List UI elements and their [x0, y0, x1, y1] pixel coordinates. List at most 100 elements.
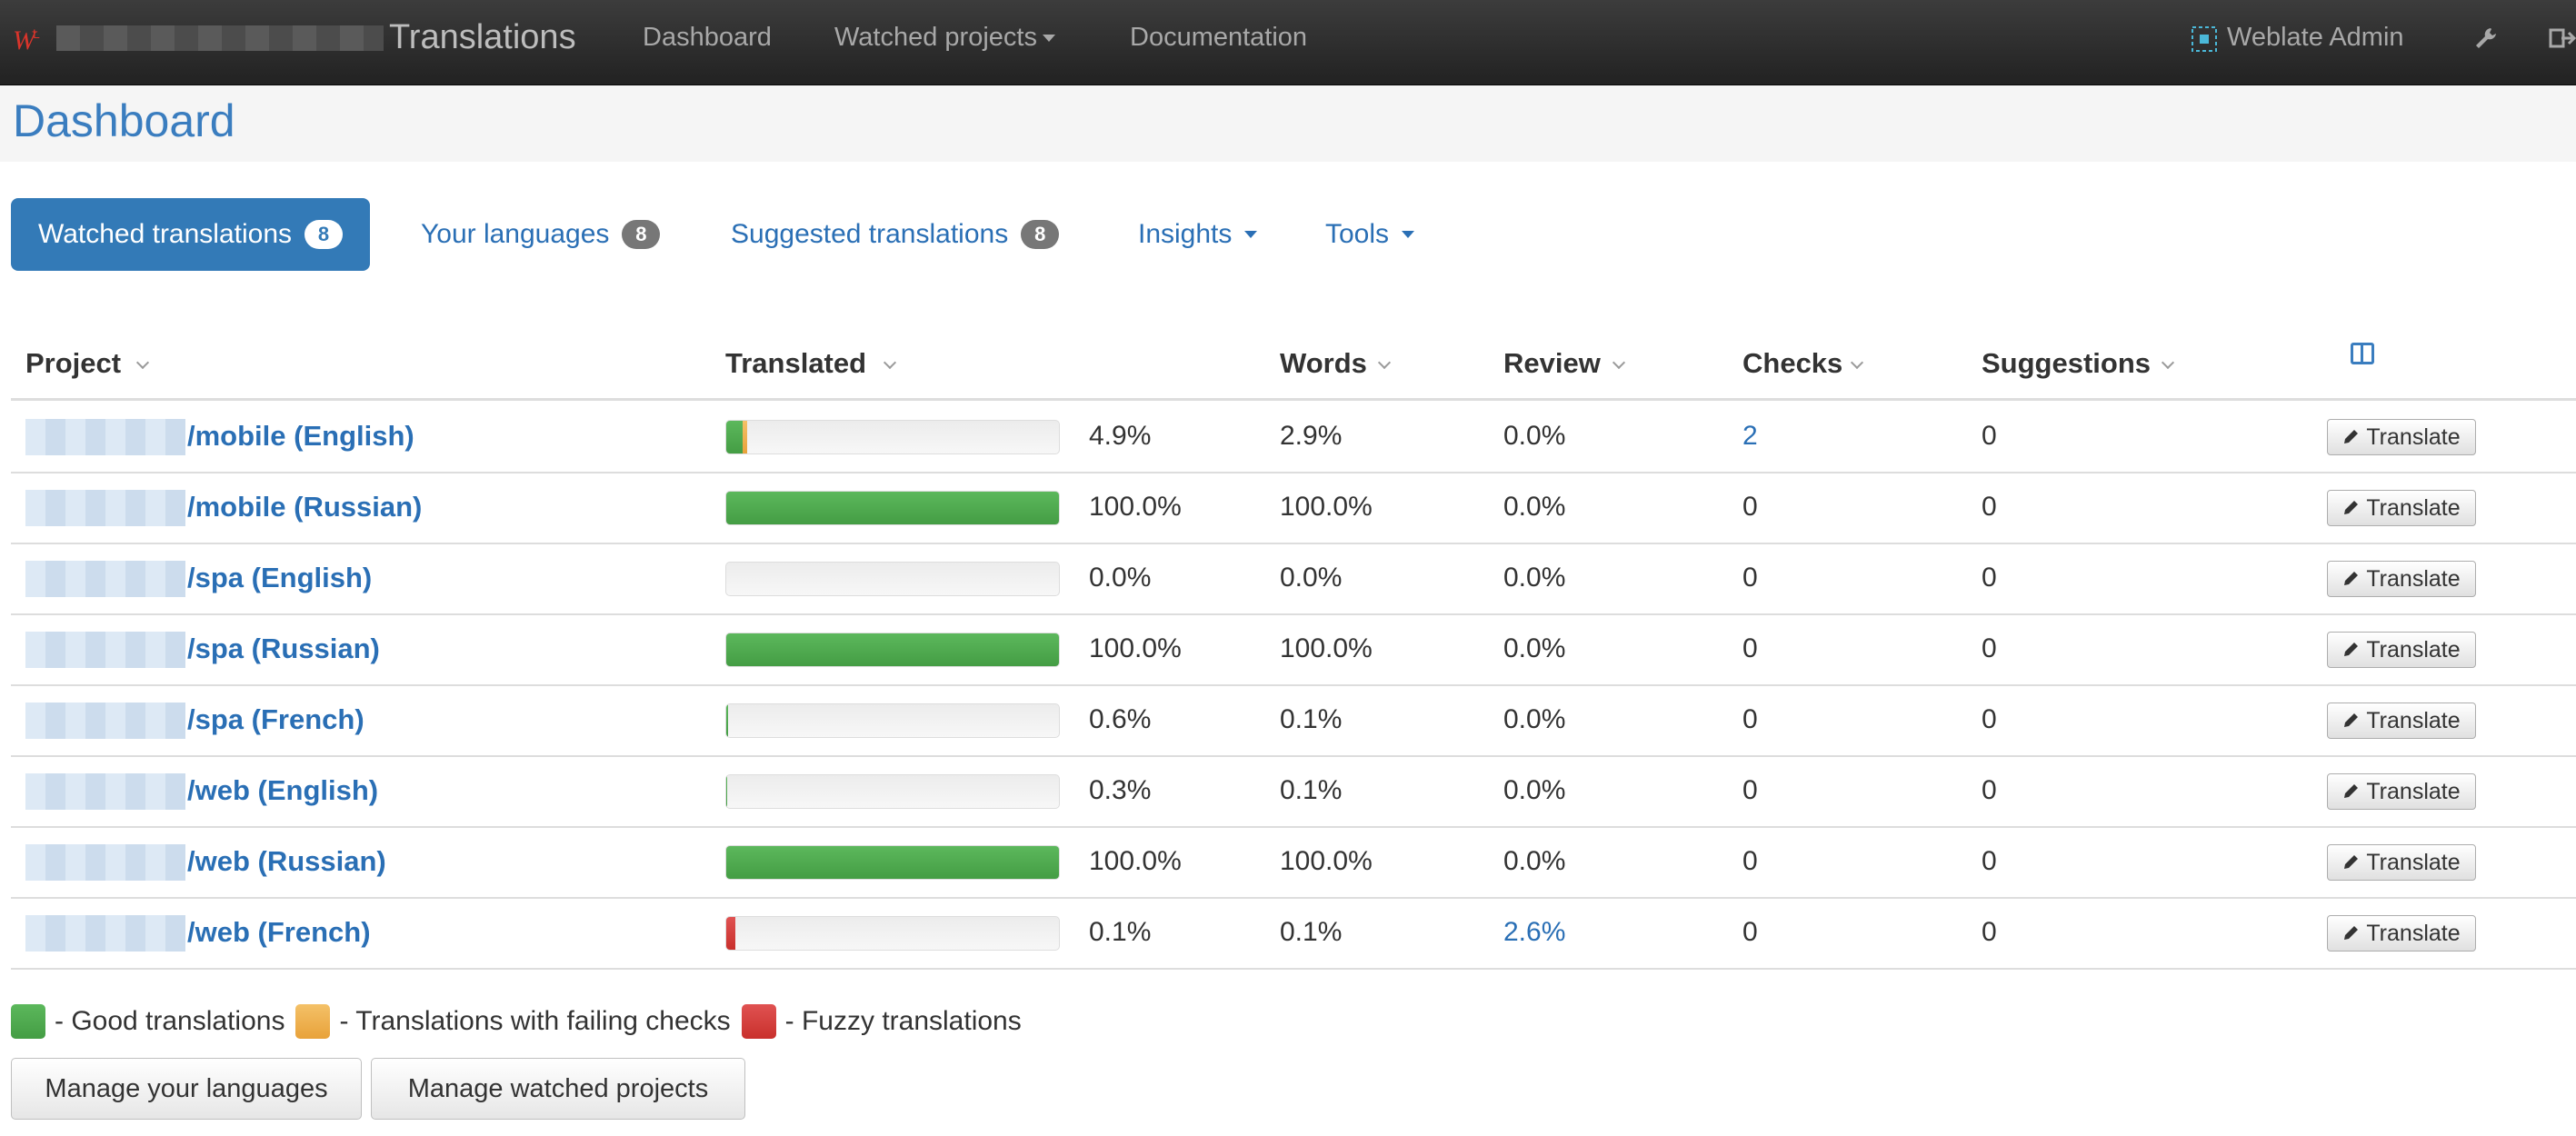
pencil-icon — [2344, 501, 2359, 514]
legend-label-fuzzy: - Fuzzy translations — [784, 1006, 1022, 1036]
pencil-icon — [2344, 643, 2359, 656]
progress-segment-good — [726, 775, 728, 808]
site-name-redacted — [56, 25, 384, 51]
row-divider — [11, 897, 2576, 899]
progress-segment-good — [726, 492, 1059, 524]
row-divider — [11, 826, 2576, 828]
logout-icon[interactable] — [2549, 25, 2576, 52]
progress-segment-good — [726, 704, 729, 737]
row-divider — [11, 684, 2576, 686]
tab-your-languages[interactable]: Your languages 8 — [421, 198, 661, 271]
translated-percent: 0.3% — [1089, 775, 1152, 805]
sort-icon[interactable] — [1378, 358, 1393, 367]
row-divider — [11, 755, 2576, 757]
table-header-divider — [11, 398, 2576, 401]
project-link[interactable]: /spa (English) — [187, 562, 372, 594]
column-toggle-icon[interactable] — [2351, 343, 2374, 364]
avatar-icon[interactable] — [2191, 25, 2218, 53]
progress-bar — [725, 703, 1060, 738]
tab-tools[interactable]: Tools — [1325, 198, 1415, 271]
column-header-translated[interactable]: Translated — [725, 347, 866, 380]
checks-count: 0 — [1742, 846, 1758, 876]
suggestions-count: 0 — [1982, 563, 1997, 593]
translate-button[interactable]: Translate — [2327, 915, 2476, 952]
sort-icon[interactable] — [1612, 358, 1627, 367]
manage-watched-projects-button[interactable]: Manage watched projects — [371, 1058, 745, 1120]
progress-bar — [725, 845, 1060, 880]
sort-icon[interactable] — [1851, 358, 1865, 367]
column-header-words[interactable]: Words — [1280, 347, 1367, 380]
progress-bar — [725, 774, 1060, 809]
nav-dashboard[interactable]: Dashboard — [643, 23, 772, 53]
sort-icon[interactable] — [136, 358, 151, 367]
translated-percent: 100.0% — [1089, 492, 1182, 522]
tab-suggested-translations[interactable]: Suggested translations 8 — [731, 198, 1060, 271]
checks-count: 0 — [1742, 633, 1758, 663]
chevron-down-icon — [1042, 35, 1055, 43]
project-link[interactable]: /spa (Russian) — [187, 633, 380, 665]
suggestions-count: 0 — [1982, 492, 1997, 522]
nav-documentation[interactable]: Documentation — [1130, 23, 1307, 53]
project-link[interactable]: /mobile (Russian) — [187, 491, 422, 523]
sort-icon[interactable] — [2162, 358, 2176, 367]
checks-count: 0 — [1742, 704, 1758, 734]
user-name[interactable]: Weblate Admin — [2227, 23, 2404, 53]
review-percent[interactable]: 2.6% — [1503, 917, 1565, 948]
project-link[interactable]: /web (English) — [187, 774, 378, 807]
progress-segment-good — [726, 846, 1059, 879]
project-link[interactable]: /mobile (English) — [187, 420, 414, 453]
pencil-icon — [2344, 926, 2359, 940]
translate-button[interactable]: Translate — [2327, 490, 2476, 526]
row-divider — [11, 472, 2576, 473]
legend-label-good: - Good translations — [55, 1006, 285, 1036]
translate-button[interactable]: Translate — [2327, 632, 2476, 668]
checks-count[interactable]: 2 — [1742, 421, 1758, 452]
tab-label: Watched translations — [38, 219, 293, 249]
project-link[interactable]: /spa (French) — [187, 703, 364, 736]
wrench-icon[interactable] — [2472, 25, 2500, 52]
chevron-down-icon — [1402, 231, 1415, 238]
progress-segment-good — [726, 633, 1059, 666]
nav-watched-projects[interactable]: Watched projects — [834, 23, 1055, 53]
translate-button[interactable]: Translate — [2327, 773, 2476, 810]
suggestions-count: 0 — [1982, 704, 1997, 734]
translated-percent: 0.0% — [1089, 563, 1152, 593]
column-header-checks[interactable]: Checks — [1742, 347, 1842, 380]
column-header-review[interactable]: Review — [1503, 347, 1601, 380]
row-divider — [11, 543, 2576, 544]
legend-swatch-fuzzy — [741, 1004, 776, 1039]
project-link[interactable]: /web (Russian) — [187, 845, 386, 878]
page-header: Dashboard — [0, 85, 2576, 162]
project-name-redacted — [25, 773, 185, 810]
translate-button[interactable]: Translate — [2327, 703, 2476, 739]
translated-percent: 100.0% — [1089, 846, 1182, 876]
translate-button-label: Translate — [2366, 920, 2461, 946]
words-percent: 0.0% — [1280, 563, 1343, 593]
words-percent: 0.1% — [1280, 775, 1343, 805]
manage-languages-button[interactable]: Manage your languages — [11, 1058, 362, 1120]
brand-title[interactable]: Translations — [389, 18, 576, 57]
project-link[interactable]: /web (French) — [187, 916, 371, 949]
pencil-icon — [2344, 430, 2359, 443]
suggestions-count: 0 — [1982, 421, 1997, 451]
pencil-icon — [2344, 784, 2359, 798]
translate-button[interactable]: Translate — [2327, 419, 2476, 455]
sort-icon[interactable] — [884, 358, 898, 367]
svg-text:L: L — [33, 26, 40, 41]
pencil-icon — [2344, 572, 2359, 585]
weblate-logo-icon[interactable]: W L — [11, 20, 47, 60]
tab-insights[interactable]: Insights — [1138, 198, 1258, 271]
column-header-project[interactable]: Project — [25, 347, 121, 380]
column-header-suggestions[interactable]: Suggestions — [1982, 347, 2151, 380]
progress-segment-fuzzy — [726, 917, 735, 950]
translate-button-label: Translate — [2366, 636, 2461, 663]
project-name-redacted — [25, 419, 185, 455]
suggestions-count: 0 — [1982, 633, 1997, 663]
translate-button[interactable]: Translate — [2327, 844, 2476, 881]
count-badge: 8 — [1021, 220, 1060, 249]
suggestions-count: 0 — [1982, 846, 1997, 876]
words-percent: 0.1% — [1280, 917, 1343, 947]
project-name-redacted — [25, 915, 185, 952]
tab-watched-translations[interactable]: Watched translations 8 — [11, 198, 371, 271]
translate-button[interactable]: Translate — [2327, 561, 2476, 597]
